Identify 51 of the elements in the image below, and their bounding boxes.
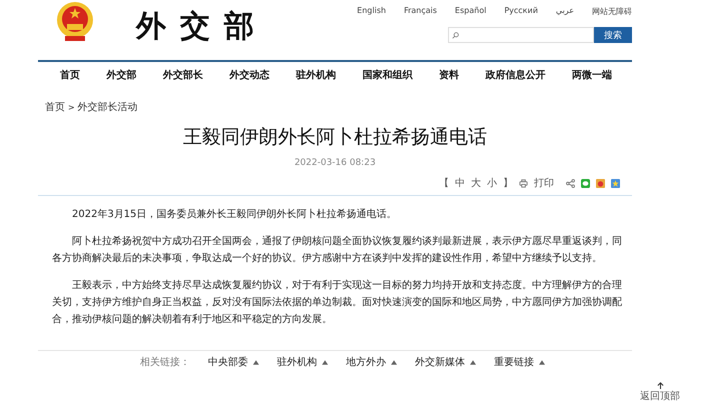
- search-button[interactable]: 搜索: [594, 27, 632, 43]
- bracket: 【: [439, 176, 449, 190]
- article-title: 王毅同伊朗外长阿卜杜拉希扬通电话: [182, 125, 488, 150]
- breadcrumb-link[interactable]: 外交部长活动: [78, 100, 138, 114]
- font-size-link[interactable]: 中: [455, 176, 465, 190]
- links-label: 相关链接：: [140, 356, 190, 369]
- nav-tab[interactable]: 国家和组织: [362, 68, 412, 88]
- arrow-up-icon: [656, 382, 664, 389]
- search-icon: [452, 32, 459, 38]
- link-dropdown[interactable]: 驻外机构: [277, 355, 328, 369]
- language-link[interactable]: 网站无障碍: [592, 6, 632, 17]
- breadcrumb-link[interactable]: 首页: [45, 100, 65, 114]
- nav-tab[interactable]: 外交部: [106, 68, 136, 88]
- nav-tab[interactable]: 外交部长: [163, 68, 203, 88]
- language-link[interactable]: English: [357, 6, 386, 17]
- nav-tab[interactable]: 首页: [60, 68, 80, 88]
- search-field[interactable]: [448, 27, 594, 43]
- breadcrumb-separator: >: [68, 102, 75, 112]
- link-dropdown[interactable]: 中央部委: [208, 355, 259, 369]
- ministry-logo[interactable]: 外交部: [136, 6, 268, 47]
- language-link[interactable]: عربي: [556, 6, 574, 17]
- print-link[interactable]: 打印: [534, 176, 554, 190]
- triangle-icon: [322, 360, 328, 364]
- font-size-link[interactable]: 大: [471, 176, 481, 190]
- article-date: 2022-03-16 08:23: [293, 158, 377, 168]
- printer-icon[interactable]: [519, 178, 528, 188]
- nav-tab[interactable]: 资料: [439, 68, 459, 88]
- bracket: 】: [503, 176, 513, 190]
- back-to-top-link[interactable]: 返回顶部: [640, 382, 680, 403]
- article-paragraph: 王毅表示，中方始终支持尽早达成恢复履约协议，对于有利于实现这一目标的努力均持开放和支持态度。中方理解伊方的合理关切，支持伊方维护自身正当权益，反对没有国际法依据的单边制裁。面对快速演变的国际和地区局势，中方愿同伊方加强协调配合，推动伊核问题的解决朝着有利于地区和平稳定的方向发展。: [52, 278, 623, 327]
- share-icon[interactable]: [566, 178, 575, 188]
- nav-tab[interactable]: 两微一端: [572, 68, 612, 88]
- nav-tab[interactable]: 政府信息公开: [486, 68, 546, 88]
- triangle-icon: [253, 360, 259, 364]
- chat-icon[interactable]: [581, 178, 590, 188]
- link-dropdown[interactable]: 重要链接: [494, 355, 545, 369]
- language-link[interactable]: Русский: [504, 6, 538, 17]
- link-dropdown[interactable]: 外交新媒体: [415, 355, 476, 369]
- article-paragraph: 2022年3月15日，国务委员兼外长王毅同伊朗外长阿卜杜拉希扬通电话。: [71, 208, 398, 222]
- nav-tab[interactable]: 驻外机构: [296, 68, 336, 88]
- nav-tab[interactable]: 外交动态: [230, 68, 270, 88]
- triangle-icon: [391, 360, 397, 364]
- article-paragraph: 阿卜杜拉希扬祝贺中方成功召开全国两会，通报了伊朗核问题全面协议恢复履约谈判最新进展，表示伊方愿尽早重返谈判，同各方协商解决最后的未决事项，争取达成一个好的协议。伊方感谢中方在谈判中发挥的建设性作用，希望中方继续予以支持。: [52, 234, 623, 266]
- star-icon[interactable]: [611, 178, 620, 188]
- link-dropdown[interactable]: 地方外办: [346, 355, 397, 369]
- triangle-icon: [470, 360, 476, 364]
- language-link[interactable]: Français: [404, 6, 437, 17]
- triangle-icon: [539, 360, 545, 364]
- font-size-link[interactable]: 小: [487, 176, 497, 190]
- national-emblem-icon: [54, 0, 96, 44]
- language-link[interactable]: Español: [454, 6, 486, 17]
